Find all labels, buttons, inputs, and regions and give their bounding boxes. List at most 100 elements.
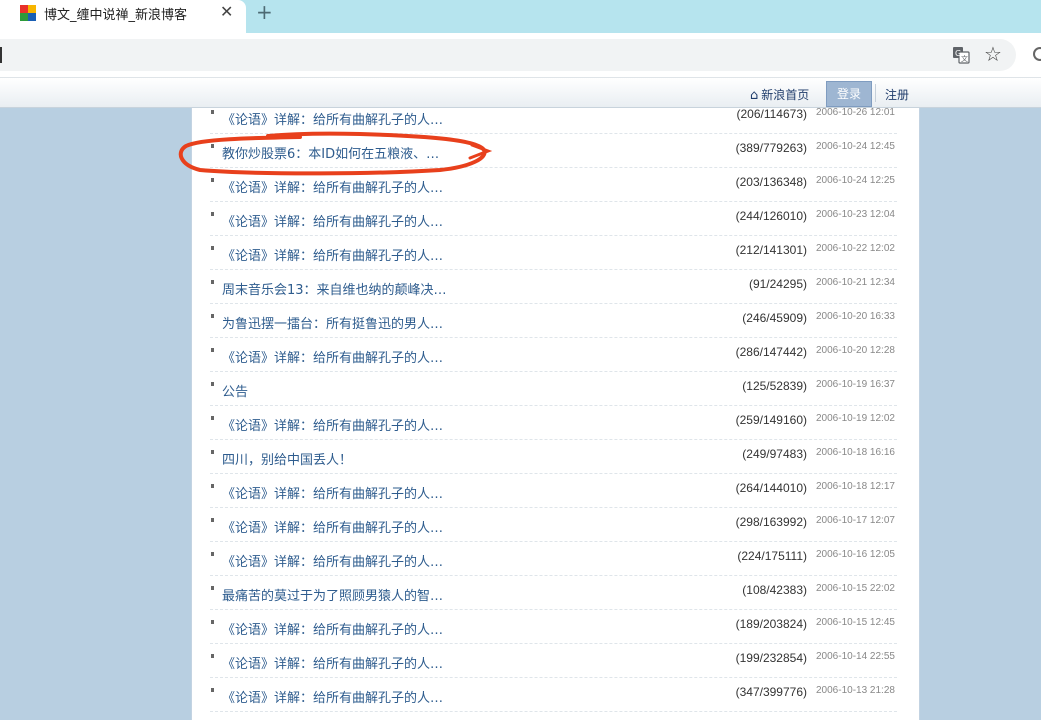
article-list: 《论语》详解：给所有曲解孔子的人… (206/114673) 2006-10-26 … [192,108,919,712]
sina-home-link[interactable]: ⌂ 新浪首页 [750,86,809,103]
article-comment-view-count: (125/52839) [742,379,807,393]
article-date: 2006-10-19 16:37 [816,379,895,390]
article-title-link[interactable]: 《论语》详解：给所有曲解孔子的人… [222,517,443,536]
article-date: 2006-10-26 12:01 [816,108,895,118]
article-title-link[interactable]: 《论语》详解：给所有曲解孔子的人… [222,109,443,128]
article-title-link[interactable]: 教你炒股票6：本ID如何在五粮液、… [222,143,439,162]
article-title-link[interactable]: 《论语》详解：给所有曲解孔子的人… [222,347,443,366]
article-row: 《论语》详解：给所有曲解孔子的人… (206/114673) 2006-10-26 … [192,108,919,134]
browser-tabstrip: 博文_缠中说禅_新浪博客 ✕ + [0,0,1041,33]
article-date: 2006-10-17 12:07 [816,515,895,526]
bullet-icon [211,586,214,590]
article-row: 《论语》详解：给所有曲解孔子的人… (286/147442) 2006-10-20 … [192,338,919,372]
bullet-icon [211,144,214,148]
article-comment-view-count: (286/147442) [735,345,807,359]
bullet-icon [211,212,214,216]
sina-home-label: 新浪首页 [761,88,810,102]
article-comment-view-count: (212/141301) [735,243,807,257]
article-title-link[interactable]: 《论语》详解：给所有曲解孔子的人… [222,211,443,230]
article-row: 《论语》详解：给所有曲解孔子的人… (264/144010) 2006-10-18 … [192,474,919,508]
svg-text:文: 文 [961,54,968,63]
article-row: 《论语》详解：给所有曲解孔子的人… (244/126010) 2006-10-23 … [192,202,919,236]
bullet-icon [211,110,214,114]
article-title-link[interactable]: 《论语》详解：给所有曲解孔子的人… [222,177,443,196]
article-title-link[interactable]: 《论语》详解：给所有曲解孔子的人… [222,551,443,570]
article-date: 2006-10-15 22:02 [816,583,895,594]
row-divider [210,711,897,712]
new-tab-icon[interactable]: + [256,0,273,24]
article-comment-view-count: (264/144010) [735,481,807,495]
article-title-link[interactable]: 《论语》详解：给所有曲解孔子的人… [222,245,443,264]
article-row: 公告 (125/52839) 2006-10-19 16:37 [192,372,919,406]
bullet-icon [211,620,214,624]
article-comment-view-count: (249/97483) [742,447,807,461]
bookmark-star-icon[interactable]: ☆ [984,42,1002,66]
article-comment-view-count: (199/232854) [735,651,807,665]
article-row: 最痛苦的莫过于为了照顾男猿人的智… (108/42383) 2006-10-15 2… [192,576,919,610]
article-row: 教你炒股票6：本ID如何在五粮液、… (389/779263) 2006-10-24… [192,134,919,168]
article-comment-view-count: (298/163992) [735,515,807,529]
article-date: 2006-10-24 12:25 [816,175,895,186]
article-comment-view-count: (259/149160) [735,413,807,427]
article-row: 《论语》详解：给所有曲解孔子的人… (203/136348) 2006-10-24 … [192,168,919,202]
bullet-icon [211,382,214,386]
sina-top-bar: ⌂ 新浪首页 登录 注册 [0,77,1041,108]
article-comment-view-count: (244/126010) [735,209,807,223]
article-comment-view-count: (189/203824) [735,617,807,631]
login-button[interactable]: 登录 [826,81,872,107]
article-list-panel: 《论语》详解：给所有曲解孔子的人… (206/114673) 2006-10-26 … [191,108,920,720]
article-date: 2006-10-16 12:05 [816,549,895,560]
register-link[interactable]: 注册 [885,86,909,103]
article-date: 2006-10-18 16:16 [816,447,895,458]
bullet-icon [211,280,214,284]
translate-icon[interactable]: G 文 [952,46,970,64]
browser-tab[interactable]: 博文_缠中说禅_新浪博客 ✕ [0,0,246,33]
article-date: 2006-10-19 12:02 [816,413,895,424]
bullet-icon [211,348,214,352]
home-icon: ⌂ [750,88,759,103]
bullet-icon [211,178,214,182]
article-comment-view-count: (347/399776) [735,685,807,699]
article-title-link[interactable]: 《论语》详解：给所有曲解孔子的人… [222,653,443,672]
bullet-icon [211,416,214,420]
close-tab-icon[interactable]: ✕ [220,2,233,21]
article-row: 周末音乐会13：来自维也纳的颠峰决… (91/24295) 2006-10-21 1… [192,270,919,304]
bullet-icon [211,552,214,556]
article-title-link[interactable]: 《论语》详解：给所有曲解孔子的人… [222,687,443,706]
article-comment-view-count: (108/42383) [742,583,807,597]
article-date: 2006-10-18 12:17 [816,481,895,492]
bullet-icon [211,688,214,692]
article-title-link[interactable]: 四川，别给中国丢人！ [222,449,352,468]
article-title-link[interactable]: 最痛苦的莫过于为了照顾男猿人的智… [222,585,443,604]
article-row: 《论语》详解：给所有曲解孔子的人… (259/149160) 2006-10-19 … [192,406,919,440]
article-row: 《论语》详解：给所有曲解孔子的人… (189/203824) 2006-10-15 … [192,610,919,644]
article-comment-view-count: (224/175111) [737,549,807,563]
article-date: 2006-10-24 12:45 [816,141,895,152]
article-title-link[interactable]: 《论语》详解：给所有曲解孔子的人… [222,619,443,638]
article-date: 2006-10-14 22:55 [816,651,895,662]
article-comment-view-count: (246/45909) [742,311,807,325]
article-row: 《论语》详解：给所有曲解孔子的人… (224/175111) 2006-10-16 … [192,542,919,576]
article-date: 2006-10-15 12:45 [816,617,895,628]
browser-toolbar: G 文 ☆ [0,33,1041,77]
article-title-link[interactable]: 公告 [222,381,248,400]
bullet-icon [211,484,214,488]
address-bar[interactable] [0,39,1016,71]
profile-icon[interactable] [1033,47,1041,61]
article-row: 四川，别给中国丢人！ (249/97483) 2006-10-18 16:16 [192,440,919,474]
article-title-link[interactable]: 周末音乐会13：来自维也纳的颠峰决… [222,279,447,298]
article-date: 2006-10-13 21:28 [816,685,895,696]
article-title-link[interactable]: 《论语》详解：给所有曲解孔子的人… [222,415,443,434]
article-date: 2006-10-20 12:28 [816,345,895,356]
divider [875,84,876,102]
article-date: 2006-10-20 16:33 [816,311,895,322]
article-title-link[interactable]: 《论语》详解：给所有曲解孔子的人… [222,483,443,502]
article-title-link[interactable]: 为鲁迅摆一擂台：所有挺鲁迅的男人… [222,313,443,332]
article-row: 《论语》详解：给所有曲解孔子的人… (199/232854) 2006-10-14 … [192,644,919,678]
bullet-icon [211,314,214,318]
article-comment-view-count: (91/24295) [748,277,807,291]
article-date: 2006-10-23 12:04 [816,209,895,220]
article-comment-view-count: (206/114673) [736,108,808,121]
bullet-icon [211,246,214,250]
bullet-icon [211,450,214,454]
